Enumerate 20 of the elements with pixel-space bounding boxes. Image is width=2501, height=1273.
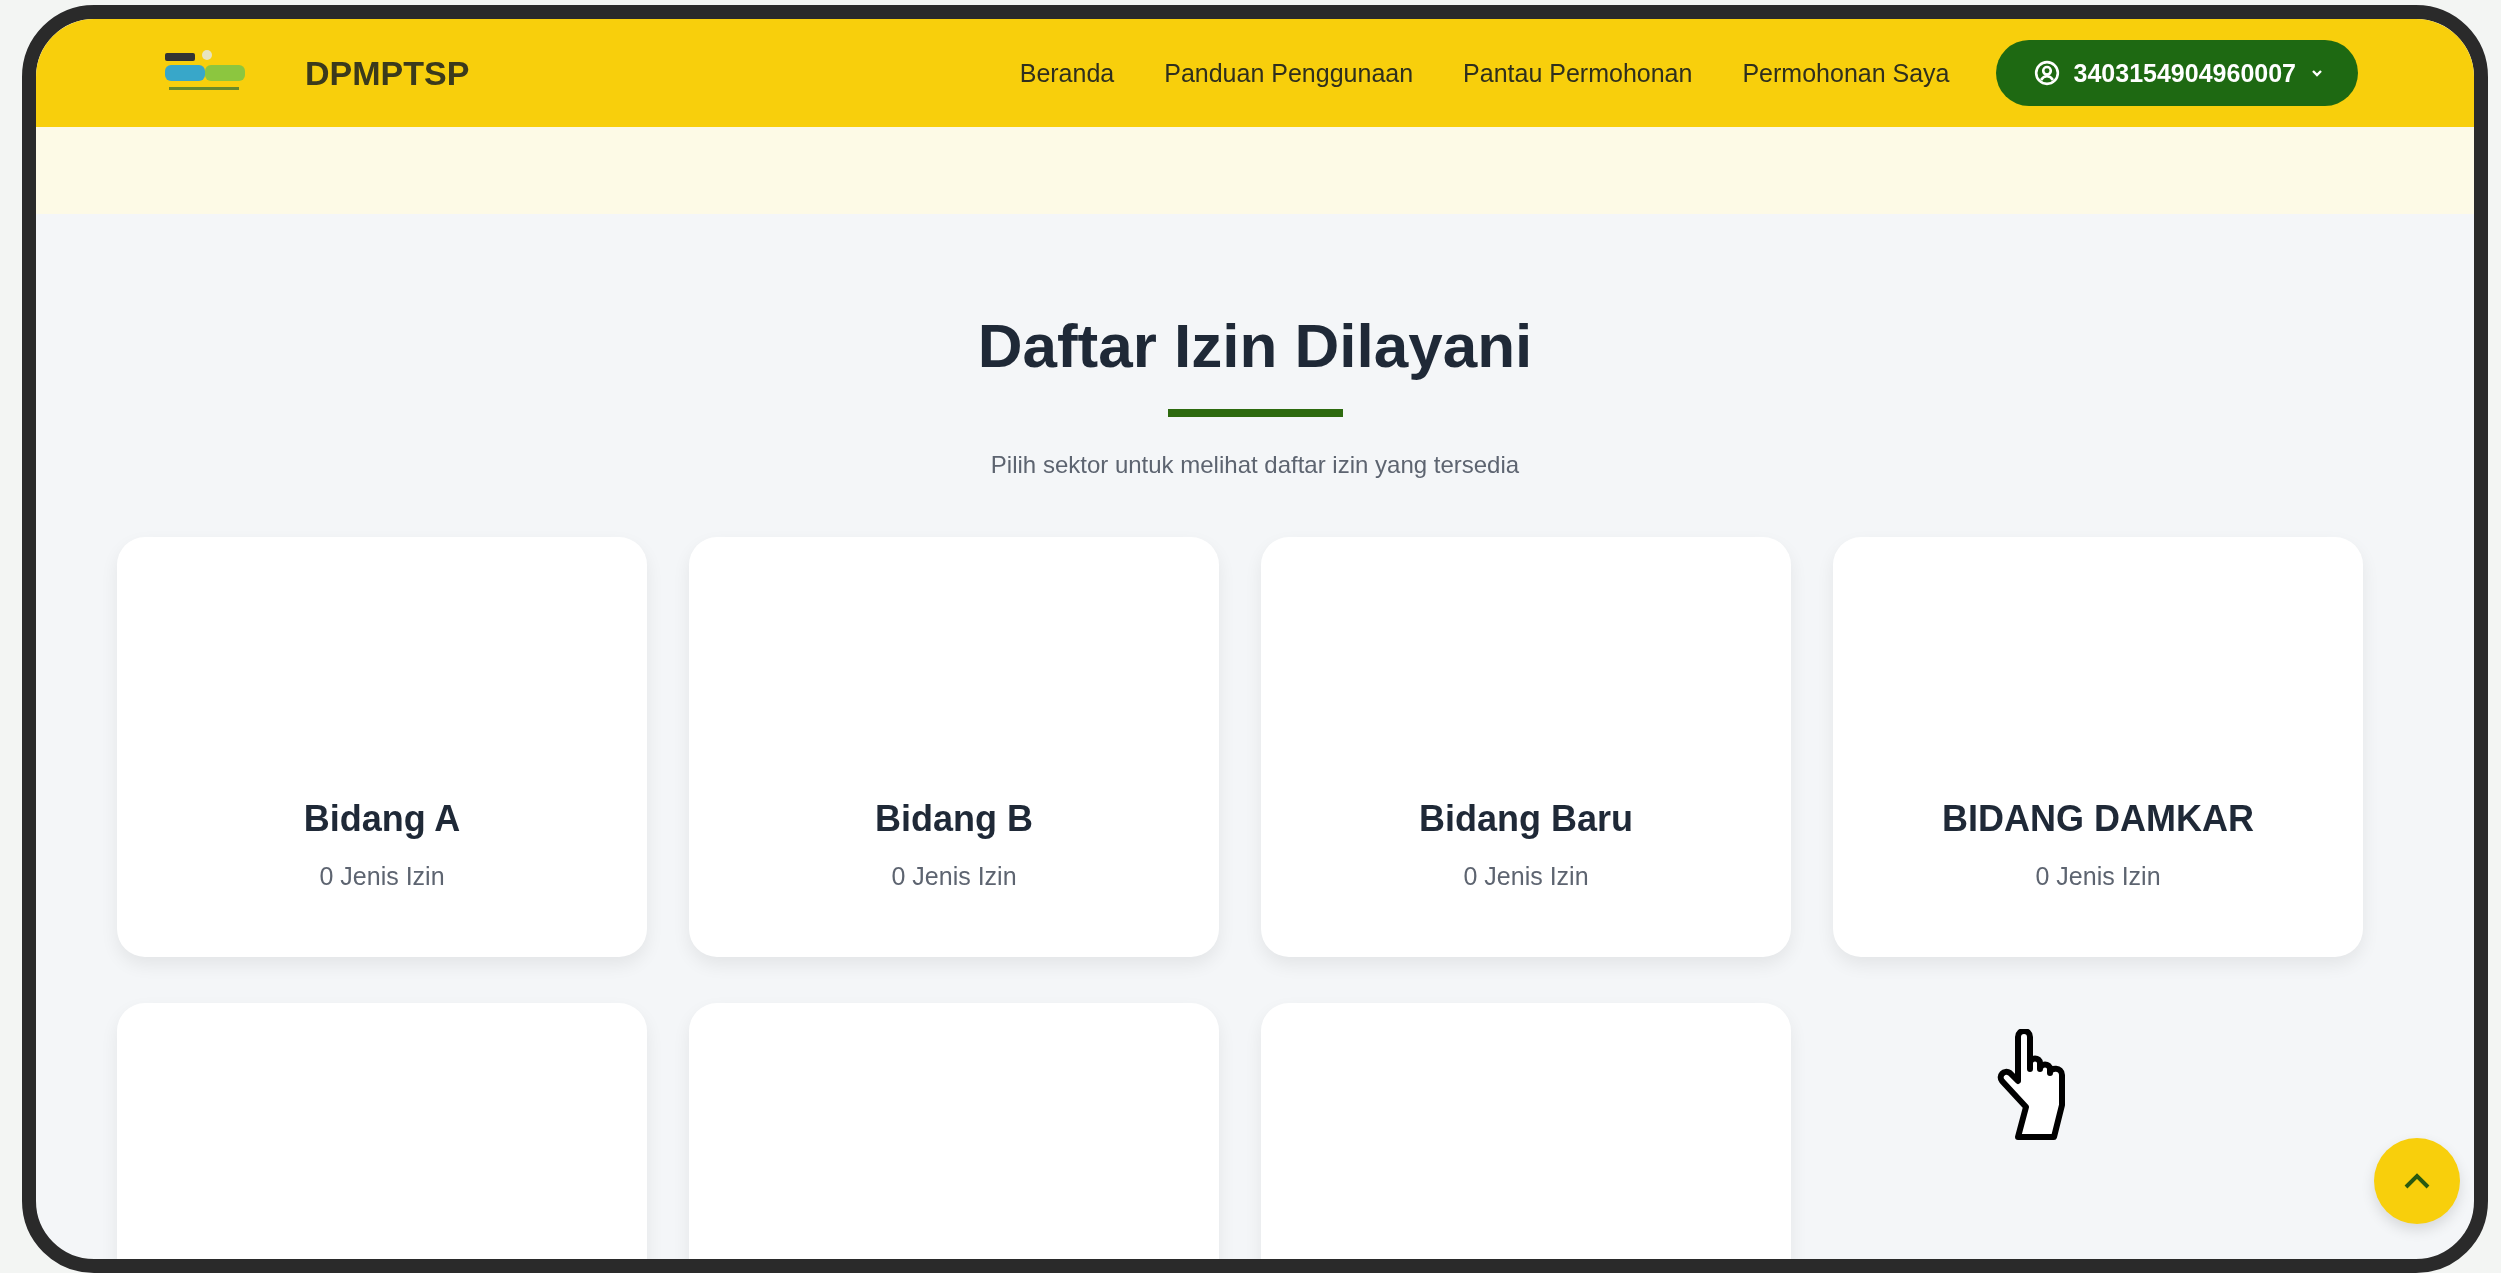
brand-name: DPMPTSP bbox=[305, 53, 470, 93]
nav-link[interactable]: Panduan Penggunaan bbox=[1164, 58, 1414, 88]
sector-title: BIDANG DAMKAR bbox=[1942, 798, 2254, 840]
permit-count: 0 Jenis Izin bbox=[2035, 862, 2161, 891]
sector-title: Bidang Baru bbox=[1419, 798, 1633, 840]
permit-count: 0 Jenis Izin bbox=[319, 862, 445, 891]
permit-count: 0 Jenis Izin bbox=[891, 862, 1017, 891]
nav-link[interactable]: Permohonan Saya bbox=[1742, 58, 1950, 88]
nav-link[interactable]: Pantau Permohonan bbox=[1463, 58, 1693, 88]
sector-title: Bidang A bbox=[303, 798, 461, 840]
section-title: Daftar Izin Dilayani bbox=[977, 310, 1533, 381]
account-menu-button[interactable]: 3403154904960007 bbox=[1995, 40, 2358, 106]
nav-link[interactable]: Beranda bbox=[1019, 58, 1115, 88]
sector-title: Bidang B bbox=[875, 798, 1033, 840]
sector-card[interactable]: BIDANG DAMKAR 0 Jenis Izin bbox=[1833, 537, 2363, 957]
permit-count: 0 Jenis Izin bbox=[1463, 862, 1589, 891]
sector-card[interactable]: Bidang A 0 Jenis Izin bbox=[117, 537, 647, 957]
sector-card[interactable]: Bidang B 0 Jenis Izin bbox=[689, 537, 1219, 957]
section-subtitle: Pilih sektor untuk melihat daftar izin yang tersedia bbox=[990, 451, 1520, 479]
sector-card[interactable]: Bidang Baru 0 Jenis Izin bbox=[1261, 537, 1791, 957]
